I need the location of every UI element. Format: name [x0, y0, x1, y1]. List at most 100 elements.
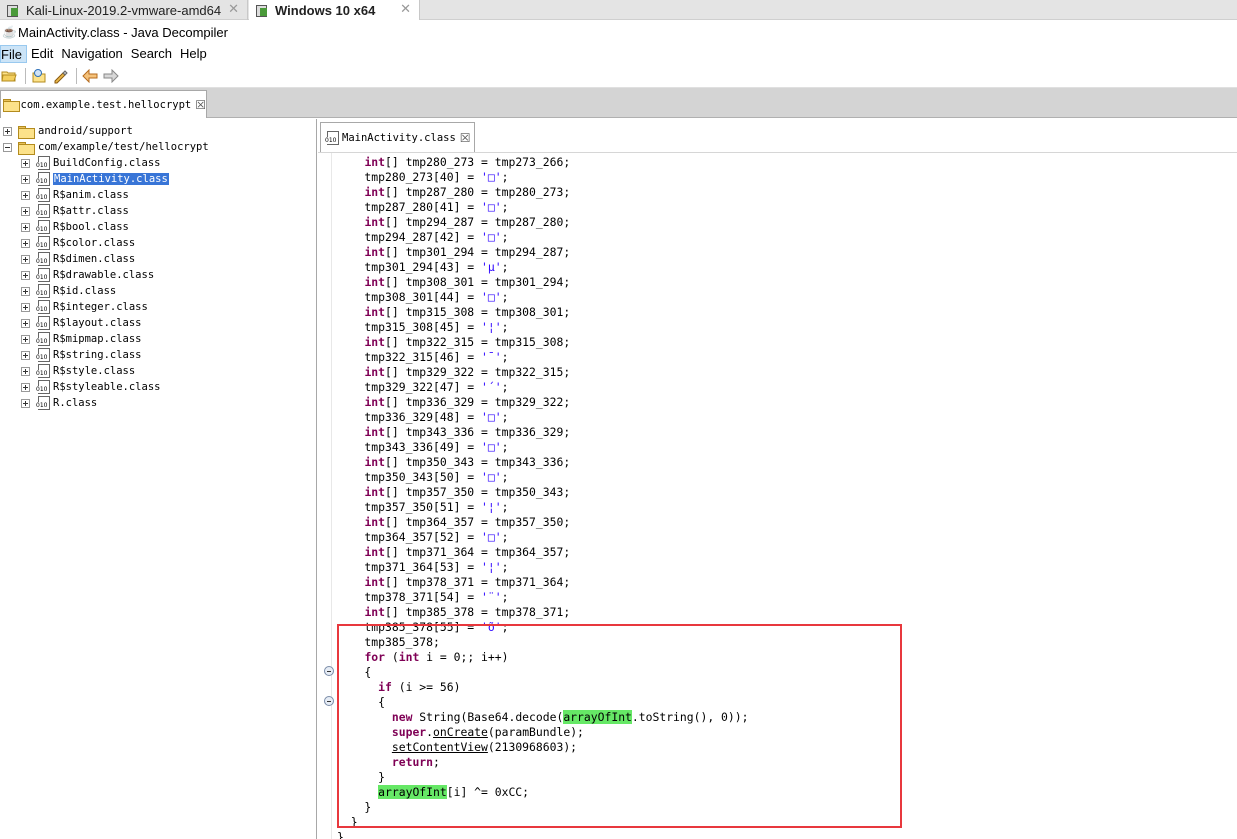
class-file-icon — [36, 332, 50, 346]
expand-icon[interactable] — [21, 222, 30, 232]
code-line: int[] tmp294_287 = tmp287_280; — [364, 215, 571, 229]
expand-icon[interactable] — [21, 238, 30, 248]
code-line: int[] tmp322_315 = tmp315_308; — [364, 335, 571, 349]
tree-label: R$attr.class — [53, 205, 129, 217]
expand-icon[interactable] — [3, 126, 12, 136]
package-tree: android/support com/example/test/hellocr… — [0, 119, 317, 839]
tree-item-class[interactable]: R$mipmap.class — [21, 331, 142, 347]
class-file-icon — [36, 380, 50, 394]
expand-icon[interactable] — [21, 254, 30, 264]
code-line: tmp280_273[40] = '□'; — [337, 170, 509, 184]
menu-navigation[interactable]: Navigation — [57, 45, 126, 63]
collapse-icon[interactable] — [3, 142, 12, 152]
code-line: tmp322_315[46] = '¯'; — [337, 350, 509, 364]
menu-file[interactable]: File — [0, 45, 27, 63]
tree-label: R$color.class — [53, 237, 136, 249]
tree-item-class[interactable]: R$dimen.class — [21, 251, 135, 267]
close-icon[interactable]: ☒ — [460, 131, 471, 145]
tree-label: R$integer.class — [53, 301, 148, 313]
class-file-icon — [36, 188, 50, 202]
vm-tab-windows[interactable]: Windows 10 x64 ✕ — [249, 0, 420, 20]
code-line: int[] tmp329_322 = tmp322_315; — [364, 365, 571, 379]
fold-marker-icon[interactable] — [324, 696, 334, 706]
code-line: tmp371_364[53] = '¦'; — [337, 560, 509, 574]
tree-item-class[interactable]: R$drawable.class — [21, 267, 154, 283]
code-line: int[] tmp343_336 = tmp336_329; — [364, 425, 571, 439]
expand-icon[interactable] — [21, 158, 30, 168]
tree-item-class[interactable]: R$style.class — [21, 363, 135, 379]
tree-label: android/support — [38, 125, 133, 137]
class-file-icon — [36, 284, 50, 298]
tree-item-class[interactable]: R$attr.class — [21, 203, 129, 219]
forward-arrow-icon[interactable] — [102, 67, 120, 85]
tree-label: R.class — [53, 397, 98, 409]
tree-item-class[interactable]: R$integer.class — [21, 299, 148, 315]
tree-node-hellocrypt[interactable]: com/example/test/hellocrypt — [3, 139, 209, 155]
menu-help[interactable]: Help — [176, 45, 211, 63]
class-file-icon — [36, 220, 50, 234]
code-line: int[] tmp280_273 = tmp273_266; — [364, 155, 571, 169]
tree-item-class[interactable]: R$bool.class — [21, 219, 129, 235]
vm-tab-label: Windows 10 x64 — [275, 2, 376, 18]
tree-item-class[interactable]: R$string.class — [21, 347, 142, 363]
tree-item-class[interactable]: R$id.class — [21, 283, 116, 299]
code-line: int[] tmp385_378 = tmp378_371; — [364, 605, 571, 619]
annotation-box — [337, 624, 902, 828]
code-line: int[] tmp287_280 = tmp280_273; — [364, 185, 571, 199]
code-line: tmp357_350[51] = '¦'; — [337, 500, 509, 514]
expand-icon[interactable] — [21, 286, 30, 296]
package-tab[interactable]: com.example.test.hellocrypt ☒ — [0, 90, 207, 118]
code-line: tmp350_343[50] = '□'; — [337, 470, 509, 484]
editor-tab-label: MainActivity.class — [342, 131, 456, 144]
expand-icon[interactable] — [21, 302, 30, 312]
expand-icon[interactable] — [21, 206, 30, 216]
vm-tab-label: Kali-Linux-2019.2-vmware-amd64 — [26, 2, 222, 18]
expand-icon[interactable] — [21, 318, 30, 328]
tree-item-class[interactable]: R$color.class — [21, 235, 135, 251]
code-line: tmp315_308[45] = '¦'; — [337, 320, 509, 334]
search-icon[interactable] — [51, 67, 69, 85]
menu-search[interactable]: Search — [127, 45, 176, 63]
expand-icon[interactable] — [21, 270, 30, 280]
expand-icon[interactable] — [21, 334, 30, 344]
editor-tab[interactable]: MainActivity.class ☒ — [320, 122, 475, 152]
code-line: int[] tmp378_371 = tmp371_364; — [364, 575, 571, 589]
expand-icon[interactable] — [21, 366, 30, 376]
tree-item-class[interactable]: R$layout.class — [21, 315, 142, 331]
expand-icon[interactable] — [21, 190, 30, 200]
fold-marker-icon[interactable] — [324, 666, 334, 676]
vm-tab-kali[interactable]: Kali-Linux-2019.2-vmware-amd64 ✕ — [0, 0, 248, 20]
tree-item-class[interactable]: R$styleable.class — [21, 379, 160, 395]
menu-edit[interactable]: Edit — [27, 45, 57, 63]
class-file-icon — [325, 130, 339, 145]
tree-item-class[interactable]: BuildConfig.class — [21, 155, 160, 171]
menu-bar: File Edit Navigation Search Help — [0, 44, 1237, 64]
code-line: tmp329_322[47] = '´'; — [337, 380, 509, 394]
close-icon[interactable]: ☒ — [195, 98, 206, 112]
editor-tab-bar: MainActivity.class ☒ — [318, 119, 1237, 153]
code-line: int[] tmp308_301 = tmp301_294; — [364, 275, 571, 289]
code-line: int[] tmp371_364 = tmp364_357; — [364, 545, 571, 559]
tree-label: R$id.class — [53, 285, 117, 297]
class-file-icon — [36, 316, 50, 330]
close-icon[interactable]: ✕ — [400, 1, 411, 17]
tree-node-android-support[interactable]: android/support — [3, 123, 133, 139]
expand-icon[interactable] — [21, 382, 30, 392]
back-arrow-icon[interactable] — [81, 67, 99, 85]
tree-label: BuildConfig.class — [53, 157, 161, 169]
tree-item-class[interactable]: R.class — [21, 395, 97, 411]
tree-item-class[interactable]: R$anim.class — [21, 187, 129, 203]
toolbar-separator — [76, 67, 77, 84]
open-folder-icon[interactable] — [0, 67, 18, 85]
class-file-icon — [36, 268, 50, 282]
expand-icon[interactable] — [21, 350, 30, 360]
tree-item-class-selected[interactable]: MainActivity.class — [21, 171, 169, 187]
tree-label: R$dimen.class — [53, 253, 136, 265]
vm-tab-strip: Kali-Linux-2019.2-vmware-amd64 ✕ Windows… — [0, 0, 1237, 20]
open-type-icon[interactable] — [30, 67, 48, 85]
class-file-icon — [36, 236, 50, 250]
expand-icon[interactable] — [21, 398, 30, 408]
close-icon[interactable]: ✕ — [228, 1, 239, 17]
expand-icon[interactable] — [21, 174, 30, 184]
vm-icon — [255, 3, 269, 17]
